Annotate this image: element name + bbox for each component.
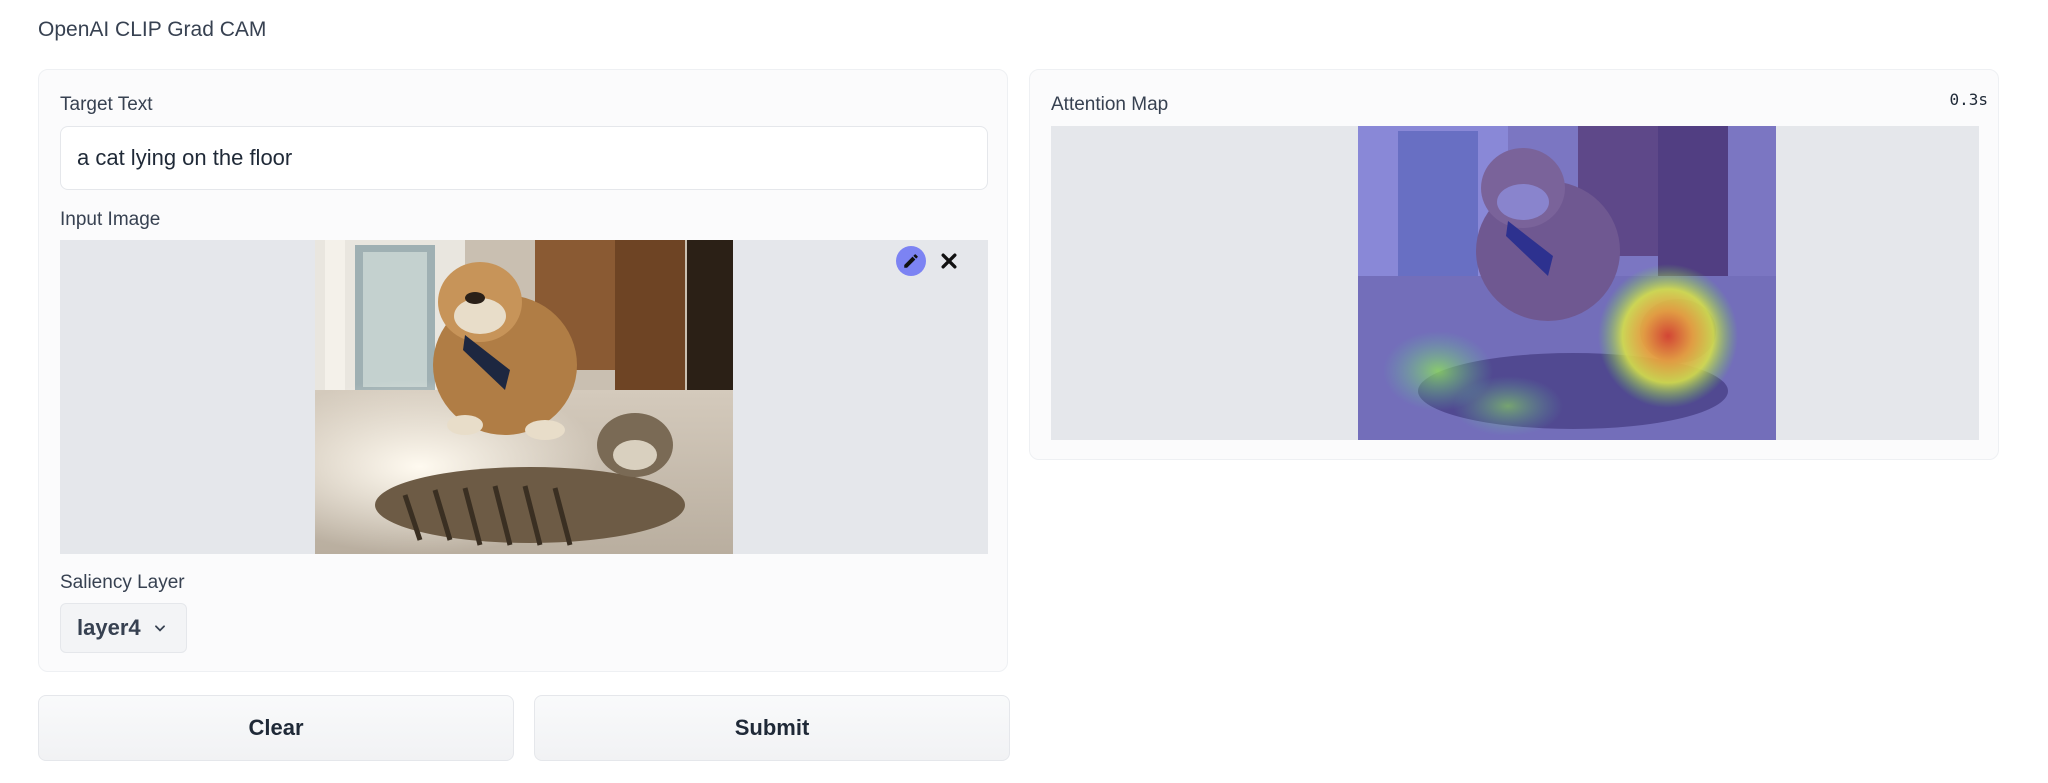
clear-button[interactable]: Clear: [38, 695, 514, 761]
saliency-layer-value: layer4: [77, 615, 141, 640]
chevron-down-icon: [154, 625, 165, 632]
attention-map-area: [1051, 126, 1979, 440]
submit-button[interactable]: Submit: [534, 695, 1010, 761]
elapsed-time: 0.3s: [1949, 90, 1988, 109]
attention-map-label: Attention Map: [1051, 94, 1169, 115]
target-text-input[interactable]: [60, 126, 988, 190]
input-image: [315, 240, 733, 554]
edit-image-button[interactable]: [896, 246, 926, 276]
remove-image-button[interactable]: [934, 246, 964, 276]
target-text-label: Target Text: [60, 94, 153, 115]
input-image-label: Input Image: [60, 209, 161, 230]
saliency-layer-label: Saliency Layer: [60, 572, 185, 593]
pencil-icon: [904, 254, 918, 268]
close-icon: [941, 253, 957, 269]
output-panel: Attention Map 0.3s: [1029, 69, 1999, 460]
saliency-layer-select[interactable]: layer4: [60, 603, 187, 653]
input-image-dropzone[interactable]: [60, 240, 988, 554]
attention-map-image: [1358, 126, 1776, 440]
app-title: OpenAI CLIP Grad CAM: [38, 18, 267, 41]
input-panel: Target Text Input Image: [38, 69, 1008, 672]
